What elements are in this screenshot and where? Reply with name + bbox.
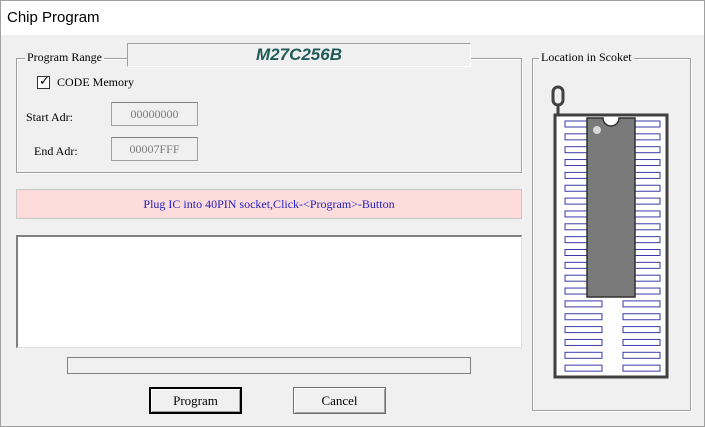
socket-pin-right	[622, 300, 661, 308]
end-address-label: End Adr:	[34, 144, 78, 158]
socket-pin-left	[564, 326, 603, 334]
socket-lever-icon	[551, 85, 565, 115]
socket-pin-right	[622, 313, 661, 321]
chip-name-display: M27C256B	[127, 43, 471, 67]
program-range-legend: Program Range	[25, 50, 104, 65]
instruction-message: Plug IC into 40PIN socket,Click-<Program…	[16, 189, 522, 219]
start-address-label: Start Adr:	[26, 110, 73, 124]
socket-pin-left	[564, 313, 603, 321]
progress-bar	[67, 357, 471, 374]
start-address-field[interactable]: 00000000	[111, 102, 198, 126]
end-address-field[interactable]: 00007FFF	[111, 137, 198, 161]
program-button[interactable]: Program	[149, 387, 242, 414]
chip-program-dialog: Chip Program Program Range M27C256B ✓ CO…	[0, 0, 705, 427]
socket-pin-left	[564, 338, 603, 346]
socket-pin-left	[564, 364, 603, 372]
code-memory-checkbox[interactable]: ✓	[37, 74, 50, 89]
socket-pin-left	[564, 351, 603, 359]
ic-chip-body	[586, 117, 636, 298]
code-memory-label[interactable]: CODE Memory	[57, 75, 134, 90]
socket-pin-left	[564, 300, 603, 308]
socket-pin-right	[622, 364, 661, 372]
socket-diagram	[551, 85, 669, 379]
location-legend: Location in Scoket	[539, 50, 634, 65]
title-bar: Chip Program	[1, 1, 704, 35]
socket-pin-right	[622, 326, 661, 334]
socket-pin-right	[622, 351, 661, 359]
window-title: Chip Program	[7, 9, 100, 26]
socket-pin-right	[622, 338, 661, 346]
cancel-button[interactable]: Cancel	[293, 387, 386, 414]
pin1-marker-icon	[593, 126, 601, 134]
log-output[interactable]	[16, 235, 522, 348]
checkmark-icon: ✓	[39, 74, 50, 89]
